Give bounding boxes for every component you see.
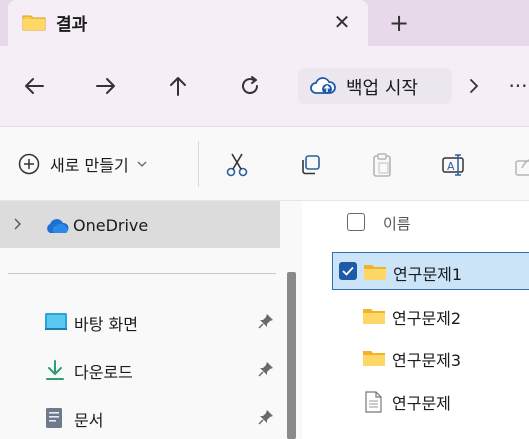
share-button[interactable] [510,149,529,181]
cut-button[interactable] [221,149,253,181]
folder-icon [362,348,386,372]
sidebar-item-label: 바탕 화면 [74,315,138,334]
navigation-pane: OneDrive 바탕 화면 다운로드 문서 [0,201,280,439]
folder-icon [363,262,387,286]
sidebar-scrollbar-thumb[interactable] [287,272,296,439]
tab-title: 결과 [56,15,88,35]
tab-strip: 결과 ✕ + [0,0,529,46]
copy-button[interactable] [294,149,326,181]
onedrive-cloud-icon [44,218,70,238]
new-button-label: 새로 만들기 [50,156,129,175]
pin-icon [258,314,273,329]
arrow-up-icon [170,77,186,96]
file-row-research3[interactable]: 연구문제3 [332,339,529,377]
file-name: 연구문제2 [392,309,462,328]
chevron-right-icon [14,218,21,230]
pin-icon [258,362,273,377]
folder-icon [22,12,46,36]
file-row-research[interactable]: 연구문제 [332,382,529,420]
paste-button[interactable] [366,149,398,181]
file-name: 연구문제1 [393,265,463,284]
clipboard-icon [373,153,391,177]
file-row-research1[interactable]: 연구문제1 [332,252,529,290]
up-button[interactable] [160,68,196,104]
arrow-left-icon [25,78,44,94]
select-all-checkbox[interactable] [347,213,365,231]
file-name: 연구문제3 [392,351,462,370]
sidebar-item-label: 문서 [74,411,104,430]
folder-icon [362,306,386,330]
rename-button[interactable]: A [438,149,470,181]
sidebar-item-documents[interactable]: 문서 [0,397,280,437]
sidebar-item-label: OneDrive [73,216,149,235]
file-list: 이름 연구문제1 연구문제2 연구문제3 연구문제 [302,201,529,439]
new-tab-button[interactable]: + [384,8,414,38]
refresh-button[interactable] [232,68,268,104]
sidebar-item-label: 다운로드 [74,363,133,382]
cloud-upload-icon [310,76,336,100]
download-icon [44,359,66,381]
share-icon [515,159,529,176]
tab-results[interactable]: 결과 ✕ [8,0,368,46]
breadcrumb-chevron[interactable] [462,68,486,104]
scissors-icon [226,153,248,177]
chevron-right-icon [470,79,479,93]
file-name: 연구문제 [392,394,451,413]
new-button[interactable]: 새로 만들기 [18,149,147,179]
backup-start-button[interactable]: 백업 시작 [298,68,452,104]
row-checkbox[interactable] [339,262,357,280]
rename-icon: A [442,154,464,176]
back-button[interactable] [16,68,52,104]
plus-circle-icon [18,153,40,175]
document-icon [44,407,66,429]
arrow-right-icon [96,78,115,94]
toolbar-separator [198,141,199,187]
sidebar-item-onedrive[interactable]: OneDrive [0,201,280,248]
close-tab-button[interactable]: ✕ [328,8,356,36]
sidebar-item-downloads[interactable]: 다운로드 [0,349,280,389]
refresh-icon [242,76,259,95]
text-file-icon [362,391,384,417]
pin-icon [258,410,273,425]
file-row-research2[interactable]: 연구문제2 [332,297,529,335]
forward-button[interactable] [88,68,124,104]
desktop-icon [44,311,67,333]
svg-text:A: A [447,160,455,173]
column-header-name[interactable]: 이름 [383,213,411,234]
sidebar-separator [8,273,276,274]
backup-start-label: 백업 시작 [346,78,418,99]
copy-icon [302,155,320,175]
more-options-button[interactable]: ··· [504,68,529,104]
checkmark-icon [342,266,354,276]
chevron-down-icon [137,161,147,167]
sidebar-item-desktop[interactable]: 바탕 화면 [0,301,280,341]
command-bar: 새로 만들기 A [0,127,529,200]
navigation-bar: 백업 시작 ··· [0,46,529,126]
